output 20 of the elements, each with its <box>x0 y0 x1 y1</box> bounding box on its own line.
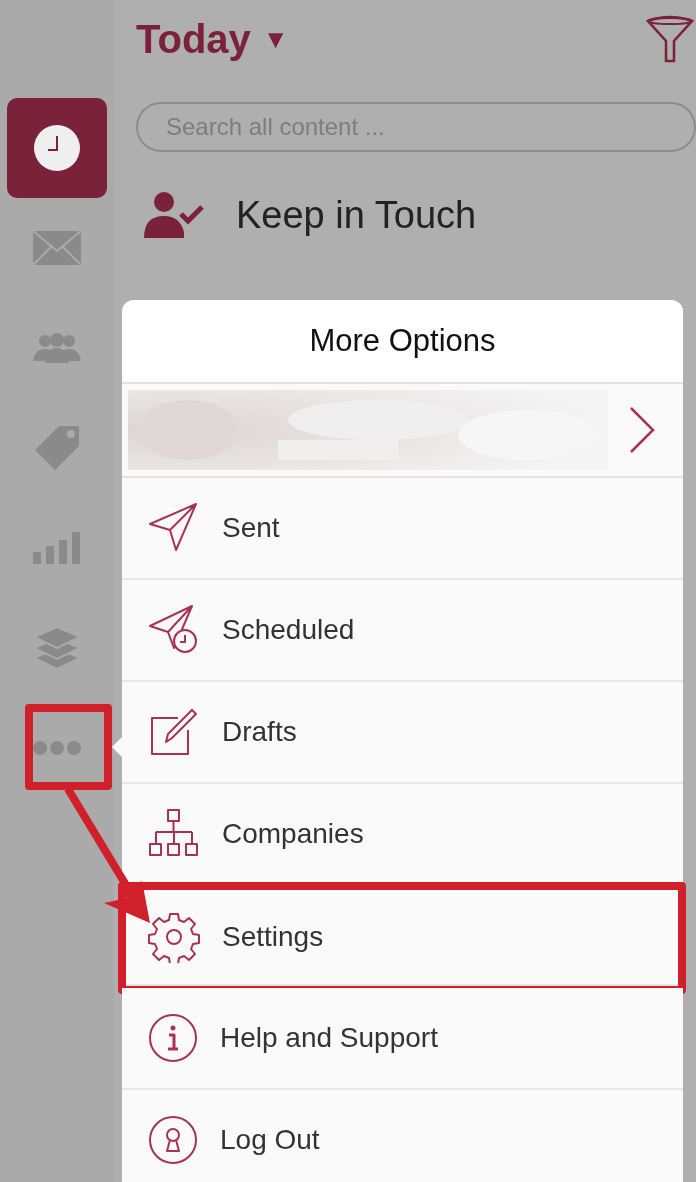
info-icon <box>148 1013 198 1063</box>
person-check-icon <box>144 192 206 238</box>
people-icon <box>33 333 81 363</box>
chevron-right-icon[interactable] <box>629 406 655 454</box>
section-title: Keep in Touch <box>236 193 477 237</box>
tag-icon <box>33 424 81 472</box>
date-range-dropdown[interactable]: Today ▼ <box>136 16 289 62</box>
sidebar-item[interactable] <box>7 98 107 198</box>
paper-plane-clock-icon <box>148 604 200 656</box>
keyhole-icon <box>148 1115 198 1165</box>
gear-icon <box>148 911 200 963</box>
popover-title: More Options <box>309 323 496 359</box>
filter-icon[interactable] <box>646 15 694 63</box>
paper-plane-icon <box>148 502 200 554</box>
mail-icon <box>33 231 81 265</box>
edit-icon <box>148 706 200 758</box>
clock-icon <box>33 124 81 172</box>
bar-chart-icon <box>33 532 81 564</box>
more-icon <box>33 741 81 755</box>
menu-item[interactable]: Help and Support <box>122 988 683 1090</box>
